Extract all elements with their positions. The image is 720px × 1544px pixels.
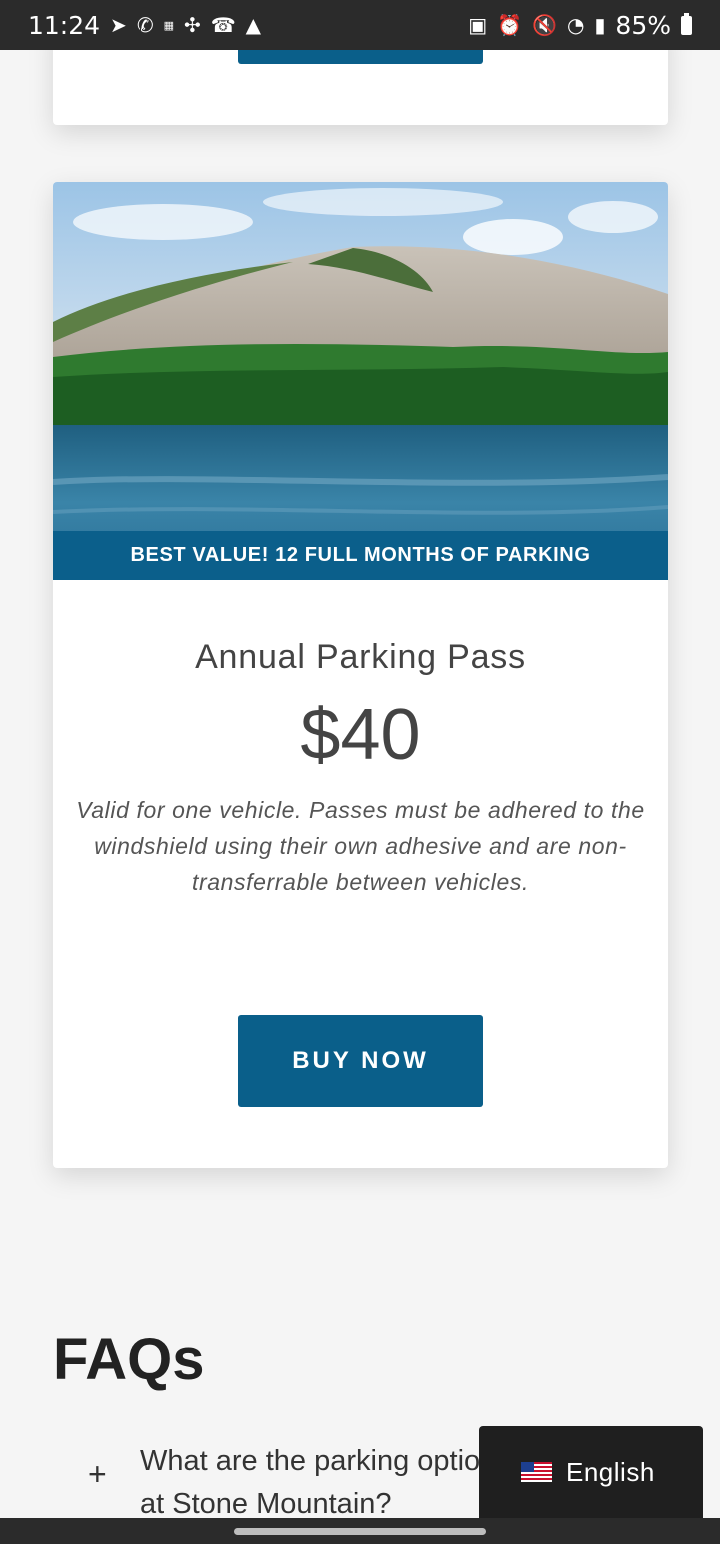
status-bar: 11:24 ➤ ✆ ▦ ✣ ☎ ▲ ▣ ⏰ 🔇 ◔ ▮ 85% [0, 0, 720, 50]
stone-mountain-illustration [53, 182, 668, 580]
missed-call-icon: ☎ [210, 13, 236, 37]
whatsapp-icon: ✆ [136, 13, 154, 37]
battery-percent: 85% [615, 10, 671, 40]
warning-icon: ▲ [245, 13, 262, 37]
best-value-banner: BEST VALUE! 12 FULL MONTHS OF PARKING [53, 531, 668, 580]
clock: 11:24 [28, 10, 101, 40]
mute-icon: 🔇 [532, 13, 557, 37]
home-gesture-handle[interactable] [234, 1528, 486, 1535]
battery-saver-icon: ▣ [468, 13, 488, 37]
product-title: Annual Parking Pass [195, 638, 526, 676]
buy-now-button[interactable]: BUY NOW [238, 1015, 483, 1107]
product-price: $40 [300, 695, 421, 775]
alarm-icon: ⏰ [497, 13, 523, 37]
status-bar-left: 11:24 ➤ ✆ ▦ ✣ ☎ ▲ [28, 11, 261, 40]
battery-icon [681, 12, 692, 35]
status-bar-right: ▣ ⏰ 🔇 ◔ ▮ 85% [468, 11, 692, 40]
expand-plus-icon[interactable]: + [88, 1456, 107, 1493]
system-nav-bar [0, 1518, 720, 1544]
telegram-icon: ➤ [110, 13, 127, 37]
temu-icon: ▦ [163, 18, 174, 32]
fan-icon: ✣ [183, 13, 201, 37]
language-label: English [566, 1456, 655, 1487]
faq-heading: FAQs [53, 1327, 205, 1392]
product-description: Valid for one vehicle. Passes must be ad… [76, 797, 645, 895]
us-flag-icon [521, 1462, 552, 1482]
annual-pass-card: BEST VALUE! 12 FULL MONTHS OF PARKING An… [53, 182, 668, 1168]
signal-icon: ▮ [594, 13, 606, 37]
stone-mountain-image: BEST VALUE! 12 FULL MONTHS OF PARKING [53, 182, 668, 580]
language-selector[interactable]: English [479, 1426, 703, 1518]
wifi-icon: ◔ [566, 13, 585, 37]
